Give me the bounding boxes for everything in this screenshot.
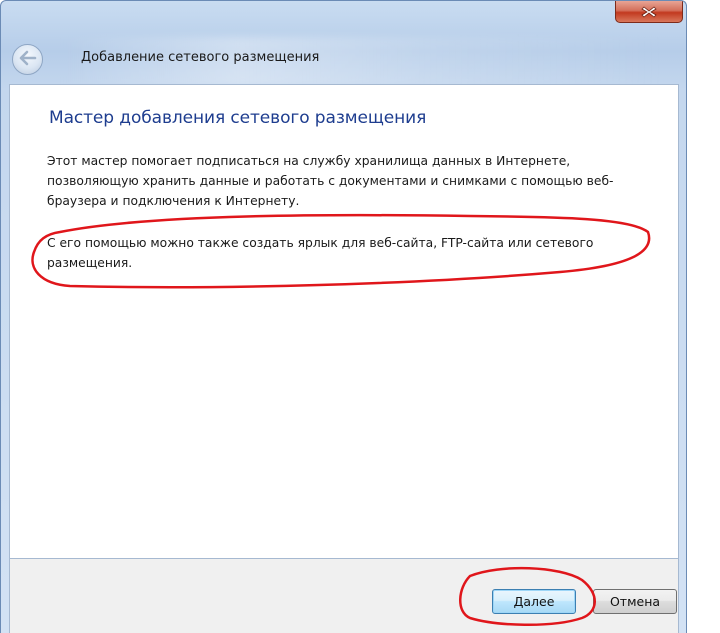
wizard-content: Мастер добавления сетевого размещения Эт…	[9, 84, 679, 559]
shortcut-text: С его помощью можно также создать ярлык …	[47, 236, 594, 270]
button-bar: Далее Отмена	[9, 559, 679, 633]
back-arrow-icon	[19, 50, 37, 70]
close-icon	[641, 5, 657, 18]
page-heading: Мастер добавления сетевого размещения	[49, 108, 427, 128]
window-title: Добавление сетевого размещения	[81, 50, 320, 65]
wizard-window: Добавление сетевого размещения Мастер до…	[0, 0, 687, 633]
close-button[interactable]	[615, 1, 683, 23]
back-button[interactable]	[12, 44, 43, 75]
intro-text: Этот мастер помогает подписаться на служ…	[47, 154, 614, 208]
cancel-button[interactable]: Отмена	[593, 589, 677, 614]
next-button[interactable]: Далее	[492, 589, 576, 614]
